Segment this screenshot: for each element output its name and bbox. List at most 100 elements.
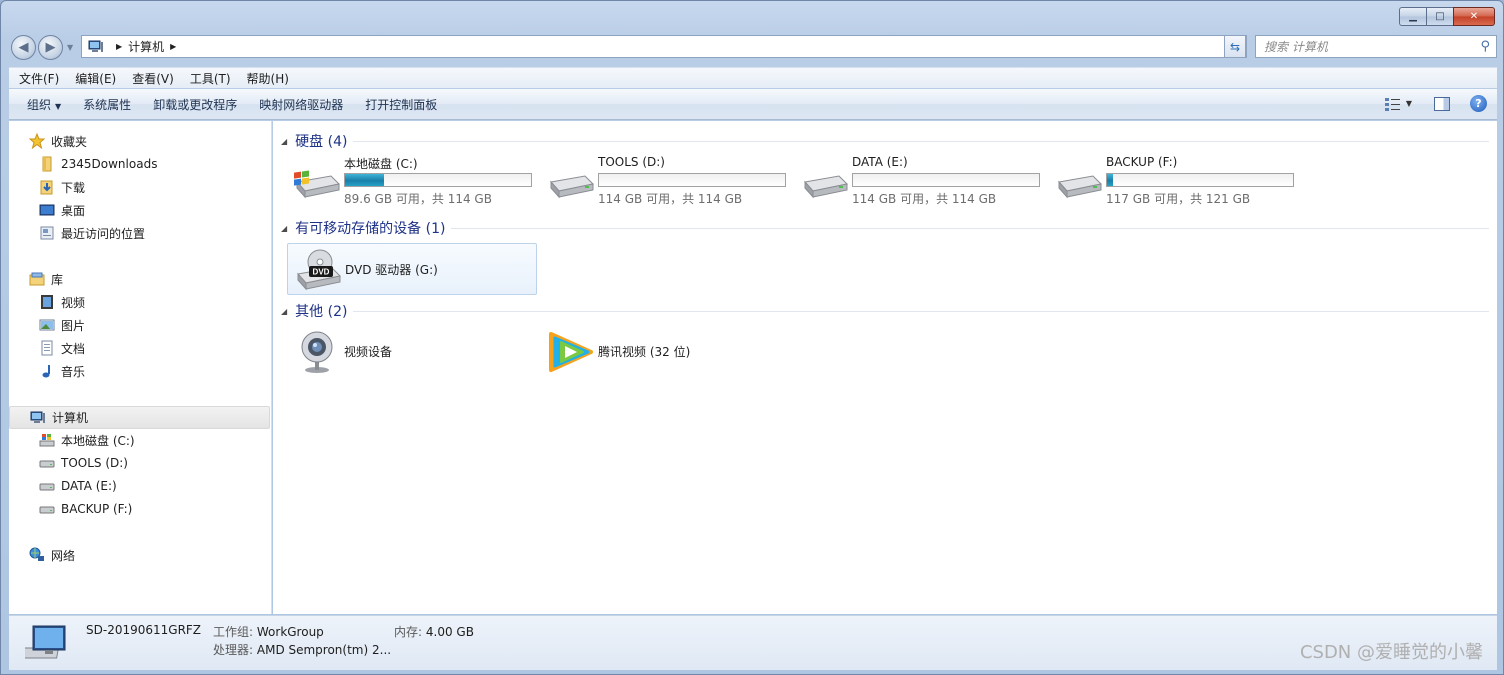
search-icon[interactable]: ⚲ (1480, 39, 1490, 54)
nav-item-2345downloads[interactable]: 2345Downloads (39, 154, 157, 174)
menu-view[interactable]: 查看(V) (132, 70, 174, 87)
nav-item-label: 文档 (61, 341, 86, 356)
nav-item-drive-e[interactable]: DATA (E:) (39, 476, 117, 496)
hard-drive-icon (804, 175, 849, 199)
uninstall-program-button[interactable]: 卸载或更改程序 (153, 96, 237, 113)
preview-pane-icon[interactable] (1434, 96, 1450, 111)
back-arrow-icon: ◀ (18, 40, 29, 55)
workgroup-value: WorkGroup (256, 625, 324, 639)
recent-pages-dropdown[interactable]: ▼ (67, 43, 73, 52)
close-button[interactable]: ✕ (1453, 7, 1495, 26)
drive-free-space: 89.6 GB 可用，共 114 GB (344, 192, 492, 206)
nav-item-drive-c[interactable]: 本地磁盘 (C:) (39, 430, 135, 450)
desktop-icon (39, 202, 55, 218)
nav-item-label: BACKUP (F:) (61, 502, 133, 516)
breadcrumb-separator-icon[interactable]: ▶ (116, 42, 122, 51)
change-view-icon[interactable] (1384, 96, 1402, 112)
nav-item-recent-places[interactable]: 最近访问的位置 (39, 223, 145, 243)
group-title: 其他 (2) (295, 304, 348, 320)
back-button[interactable]: ◀ (11, 35, 36, 60)
map-network-drive-button[interactable]: 映射网络驱动器 (259, 96, 343, 113)
drive-free-space: 117 GB 可用，共 121 GB (1106, 192, 1251, 206)
open-control-panel-button[interactable]: 打开控制面板 (365, 96, 437, 113)
group-header-removable[interactable]: ◢ 有可移动存储的设备 (1) (281, 218, 1489, 238)
drive-name: DATA (E:) (852, 155, 908, 169)
group-header-hdd[interactable]: ◢ 硬盘 (4) (281, 131, 1489, 151)
forward-arrow-icon: ▶ (45, 40, 56, 55)
maximize-button[interactable]: □ (1426, 7, 1453, 26)
nav-item-pictures[interactable]: 图片 (39, 315, 85, 335)
downloads-folder-icon (39, 179, 55, 195)
nav-item-label: DATA (E:) (61, 479, 117, 493)
nav-favorites[interactable]: 收藏夹 (28, 131, 88, 151)
nav-item-label: 2345Downloads (61, 157, 158, 171)
menu-edit[interactable]: 编辑(E) (75, 70, 116, 87)
video-device-tile[interactable]: 视频设备 (287, 326, 537, 378)
drive-free-space: 114 GB 可用，共 114 GB (852, 192, 997, 206)
address-bar[interactable]: ▶ 计算机 ▶ ▼ (81, 35, 1247, 58)
hard-drive-icon (39, 478, 55, 494)
nav-item-music[interactable]: 音乐 (39, 361, 85, 381)
command-bar-right: ▼ ? (1384, 95, 1487, 112)
nav-favorites-label: 收藏夹 (51, 134, 88, 149)
views-dropdown-icon[interactable]: ▼ (1406, 99, 1412, 108)
hard-drive-icon (39, 501, 55, 517)
nav-computer[interactable]: 计算机 (9, 406, 270, 429)
nav-item-label: 本地磁盘 (C:) (61, 433, 135, 448)
windows-drive-icon (39, 432, 55, 448)
nav-item-label: 最近访问的位置 (61, 226, 146, 241)
drive-free-space: 114 GB 可用，共 114 GB (598, 192, 743, 206)
drive-tile-c[interactable]: 本地磁盘 (C:) 89.6 GB 可用，共 114 GB (287, 154, 537, 206)
drive-tile-d[interactable]: TOOLS (D:) 114 GB 可用，共 114 GB (541, 154, 791, 206)
pictures-library-icon (39, 317, 55, 333)
collapse-arrow-icon[interactable]: ◢ (281, 224, 287, 233)
drive-usage-bar (344, 173, 532, 187)
menu-tools[interactable]: 工具(T) (190, 70, 231, 87)
music-library-icon (39, 363, 55, 379)
search-input[interactable]: 搜索 计算机 ⚲ (1255, 35, 1497, 58)
drive-tile-f[interactable]: BACKUP (F:) 117 GB 可用，共 121 GB (1049, 154, 1299, 206)
workgroup-label: 工作组: (213, 625, 254, 639)
help-icon[interactable]: ? (1470, 95, 1487, 112)
details-pane: SD-20190611GRFZ 工作组: WorkGroup 内存: 4.00 … (9, 615, 1497, 670)
minimize-button[interactable]: ▁ (1399, 7, 1426, 26)
nav-item-videos[interactable]: 视频 (39, 292, 85, 312)
star-icon (28, 132, 46, 150)
windows-drive-icon (294, 170, 341, 199)
memory-value: 4.00 GB (425, 625, 474, 639)
nav-libraries-label: 库 (51, 272, 64, 287)
refresh-button[interactable]: ⇆ (1224, 35, 1246, 58)
system-properties-button[interactable]: 系统属性 (83, 96, 131, 113)
drive-usage-bar (1106, 173, 1294, 187)
dvd-drive-name: DVD 驱动器 (G:) (345, 263, 438, 277)
breadcrumb-separator-icon[interactable]: ▶ (170, 42, 176, 51)
menu-help[interactable]: 帮助(H) (247, 70, 289, 87)
tencent-video-tile[interactable]: 腾讯视频 (32 位) (541, 326, 791, 378)
folder-icon (39, 156, 55, 172)
nav-item-drive-f[interactable]: BACKUP (F:) (39, 499, 132, 519)
watermark: CSDN @爱睡觉的小馨 (1299, 642, 1483, 663)
organize-button[interactable]: 组织 ▼ (27, 96, 61, 113)
breadcrumb-computer[interactable]: 计算机 (128, 38, 164, 55)
video-device-name: 视频设备 (344, 345, 393, 359)
dvd-logo-text: DVD (313, 268, 330, 277)
group-header-other[interactable]: ◢ 其他 (2) (281, 301, 1489, 321)
menu-file[interactable]: 文件(F) (19, 70, 59, 87)
collapse-arrow-icon[interactable]: ◢ (281, 307, 287, 316)
nav-item-label: 音乐 (61, 364, 86, 379)
nav-libraries[interactable]: 库 (29, 269, 63, 289)
memory-info: 内存: 4.00 GB (394, 623, 474, 640)
nav-item-desktop[interactable]: 桌面 (39, 200, 85, 220)
nav-item-documents[interactable]: 文档 (39, 338, 85, 358)
nav-network[interactable]: 网络 (29, 545, 75, 565)
network-icon (29, 547, 45, 563)
nav-item-drive-d[interactable]: TOOLS (D:) (39, 453, 128, 473)
drive-usage-fill (345, 174, 385, 186)
forward-button[interactable]: ▶ (38, 35, 63, 60)
group-divider (451, 227, 1489, 229)
dvd-drive-tile[interactable]: DVD DVD 驱动器 (G:) (287, 243, 537, 295)
search-placeholder: 搜索 计算机 (1264, 40, 1328, 54)
nav-item-downloads[interactable]: 下载 (39, 177, 85, 197)
drive-tile-e[interactable]: DATA (E:) 114 GB 可用，共 114 GB (795, 154, 1045, 206)
collapse-arrow-icon[interactable]: ◢ (281, 137, 287, 146)
